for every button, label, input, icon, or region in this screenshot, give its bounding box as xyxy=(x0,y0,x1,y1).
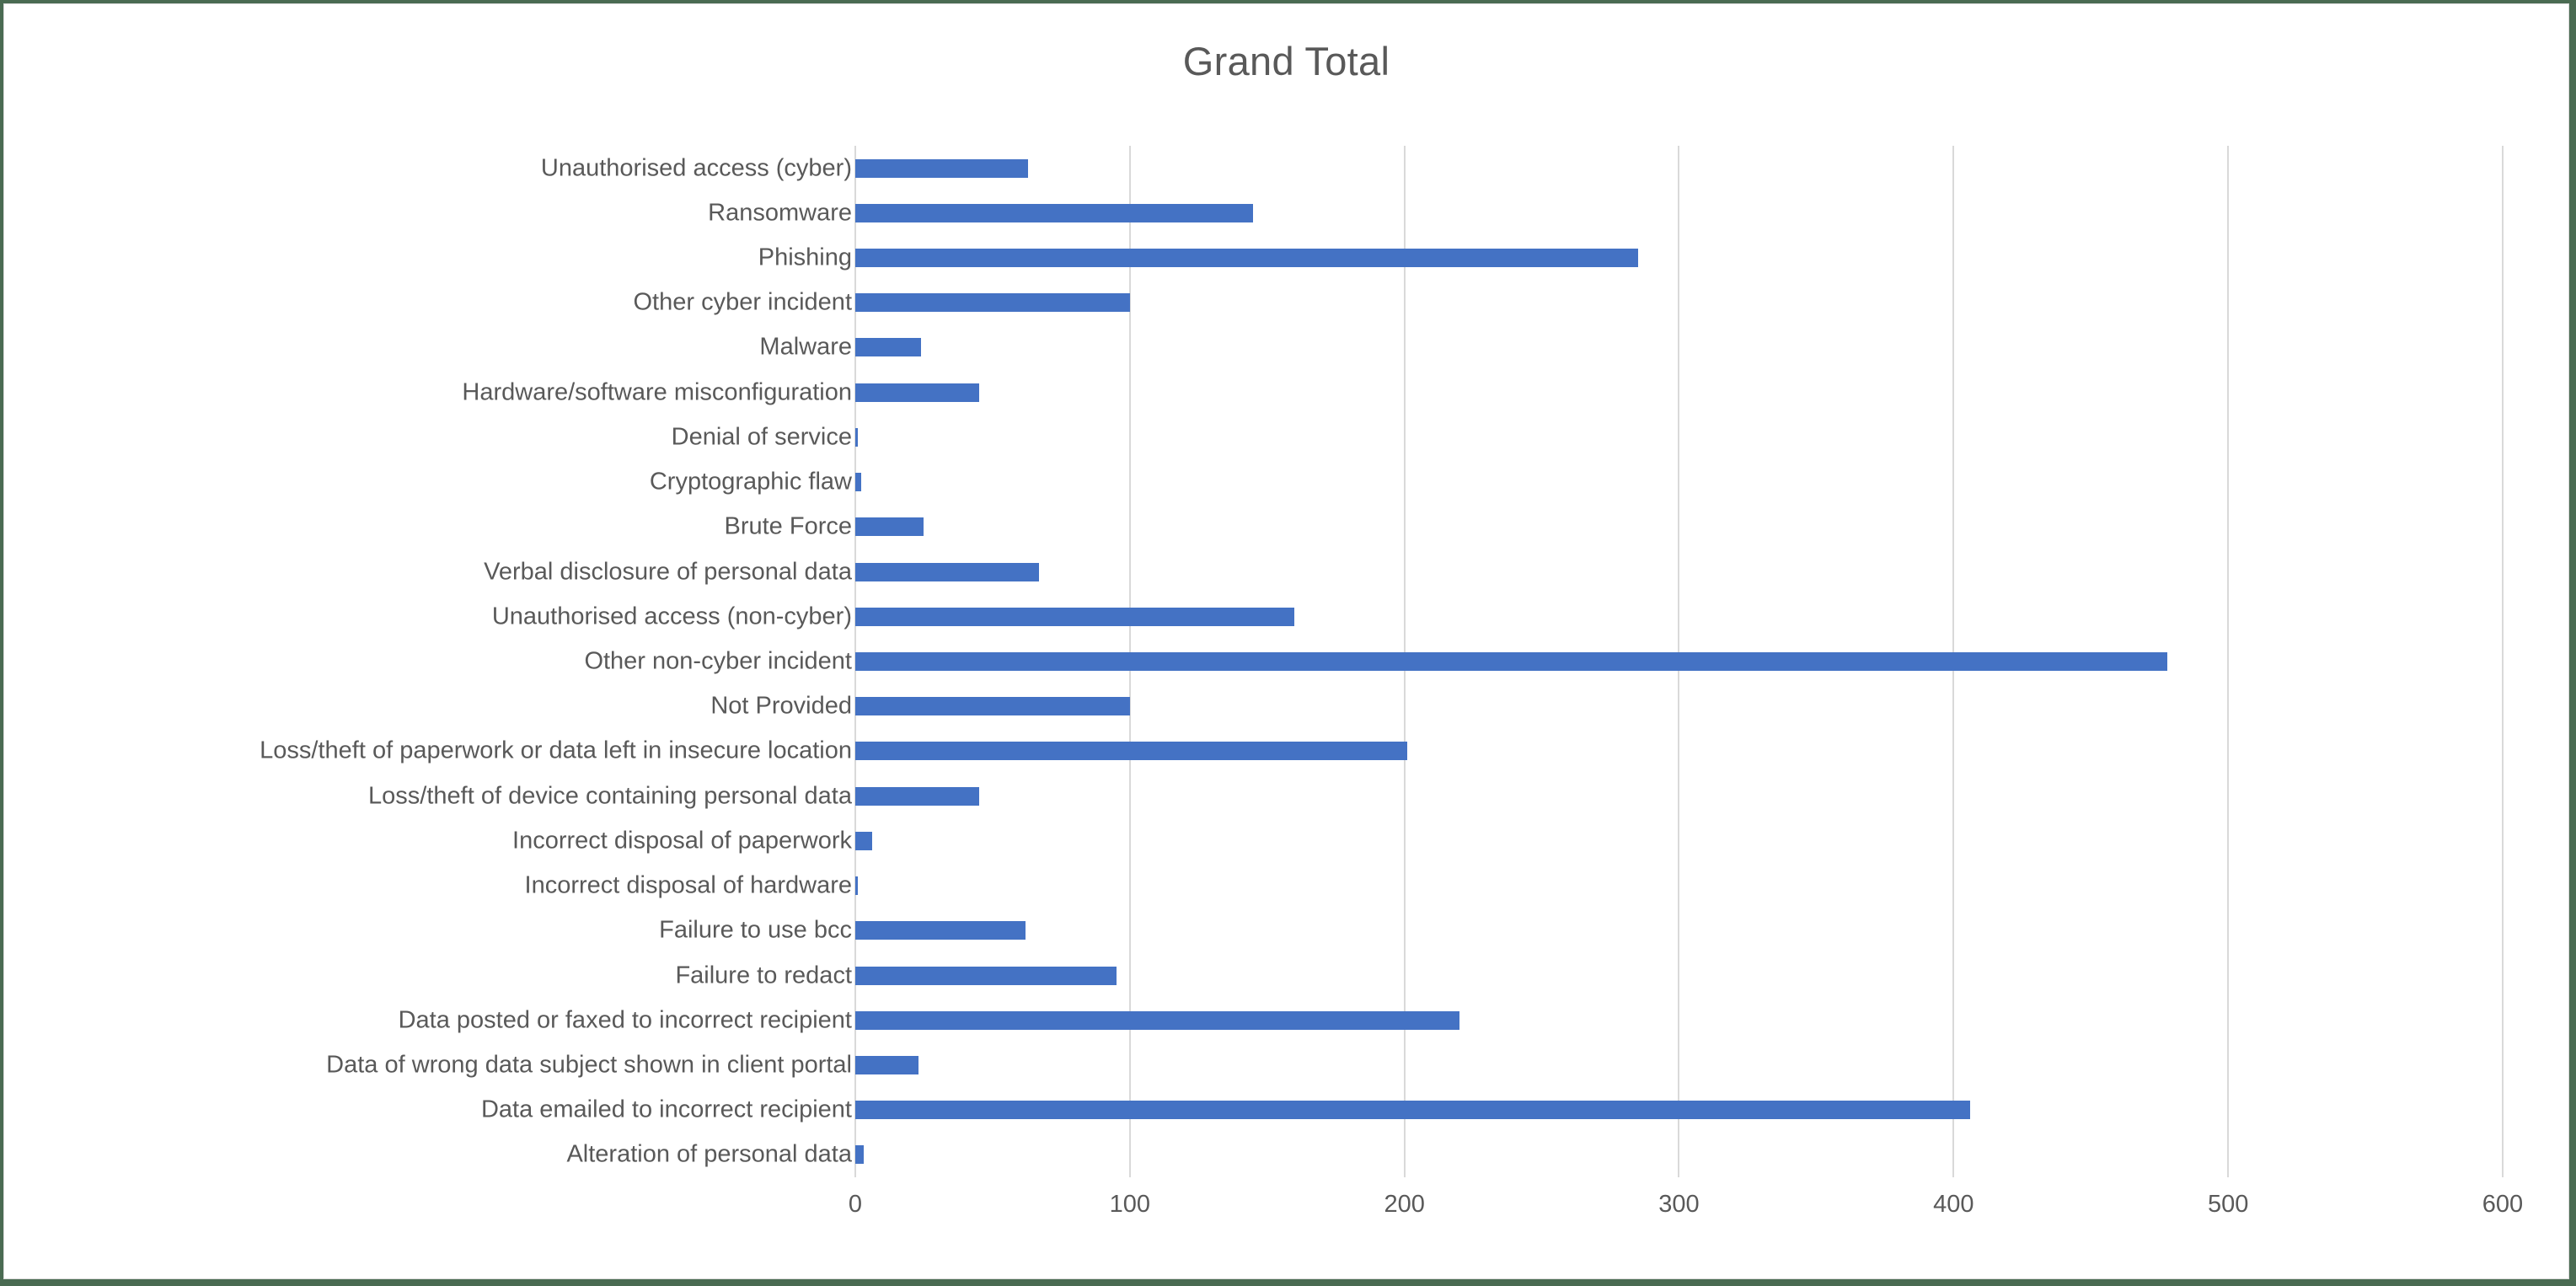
bar[interactable] xyxy=(855,203,1254,222)
bar[interactable] xyxy=(855,473,861,492)
x-tick-label: 0 xyxy=(848,1191,863,1218)
plot-area: 0 100 200 300 400 500 600 Unauthorised access (… xyxy=(4,4,2568,1278)
bar[interactable] xyxy=(855,876,859,896)
bar[interactable] xyxy=(855,383,979,402)
bar[interactable] xyxy=(855,966,1117,985)
category-label: Data emailed to incorrect recipient xyxy=(480,1096,852,1123)
chart-container: Grand Total 0 100 200 300 400 500 600 Unauthori… xyxy=(3,3,2569,1279)
category-label: Not Provided xyxy=(710,692,852,720)
bar[interactable] xyxy=(855,427,859,447)
bar[interactable] xyxy=(855,786,979,806)
category-label: Other non-cyber incident xyxy=(584,647,852,675)
category-label: Data posted or faxed to incorrect recipi… xyxy=(398,1006,852,1034)
x-tick-label: 100 xyxy=(1109,1191,1151,1218)
category-label: Brute Force xyxy=(724,512,853,540)
category-label: Incorrect disposal of paperwork xyxy=(512,827,852,855)
x-tick-label: 500 xyxy=(2207,1191,2249,1218)
x-tick-label: 300 xyxy=(1658,1191,1700,1218)
category-label: Loss/theft of device containing personal… xyxy=(368,782,852,810)
category-label: Ransomware xyxy=(708,199,852,227)
bar[interactable] xyxy=(855,831,872,850)
category-label: Alteration of personal data xyxy=(566,1140,852,1168)
category-label: Malware xyxy=(759,333,852,361)
bar[interactable] xyxy=(855,697,1130,716)
category-label: Failure to redact xyxy=(675,962,852,989)
bar[interactable] xyxy=(855,249,1638,268)
bar[interactable] xyxy=(855,1010,1459,1030)
x-tick-label: 200 xyxy=(1384,1191,1425,1218)
bar[interactable] xyxy=(855,1055,918,1074)
category-label: Hardware/software misconfiguration xyxy=(462,378,852,406)
x-tick-label: 400 xyxy=(1933,1191,1974,1218)
gridline-600 xyxy=(2501,146,2504,1177)
category-label: Unauthorised access (non-cyber) xyxy=(491,603,852,630)
category-label: Verbal disclosure of personal data xyxy=(484,558,852,586)
bar[interactable] xyxy=(855,338,922,357)
bar[interactable] xyxy=(855,742,1407,761)
category-label: Other cyber incident xyxy=(633,288,852,316)
bar[interactable] xyxy=(855,1101,1970,1120)
gridline-500 xyxy=(2227,146,2230,1177)
category-label: Failure to use bcc xyxy=(659,916,852,944)
category-label: Denial of service xyxy=(671,423,852,451)
category-label: Phishing xyxy=(758,244,852,271)
category-label: Cryptographic flaw xyxy=(649,468,852,496)
bar[interactable] xyxy=(855,158,1029,178)
bar[interactable] xyxy=(855,293,1130,313)
bar[interactable] xyxy=(855,517,924,537)
bar[interactable] xyxy=(855,652,2168,671)
category-label: Unauthorised access (cyber) xyxy=(540,154,852,182)
category-label: Incorrect disposal of hardware xyxy=(524,871,852,899)
bar[interactable] xyxy=(855,1145,864,1165)
bar[interactable] xyxy=(855,921,1026,940)
category-label: Loss/theft of paperwork or data left in … xyxy=(260,737,852,764)
bar[interactable] xyxy=(855,562,1040,581)
bar[interactable] xyxy=(855,607,1295,626)
x-tick-label: 600 xyxy=(2482,1191,2524,1218)
category-label: Data of wrong data subject shown in clie… xyxy=(326,1051,852,1079)
